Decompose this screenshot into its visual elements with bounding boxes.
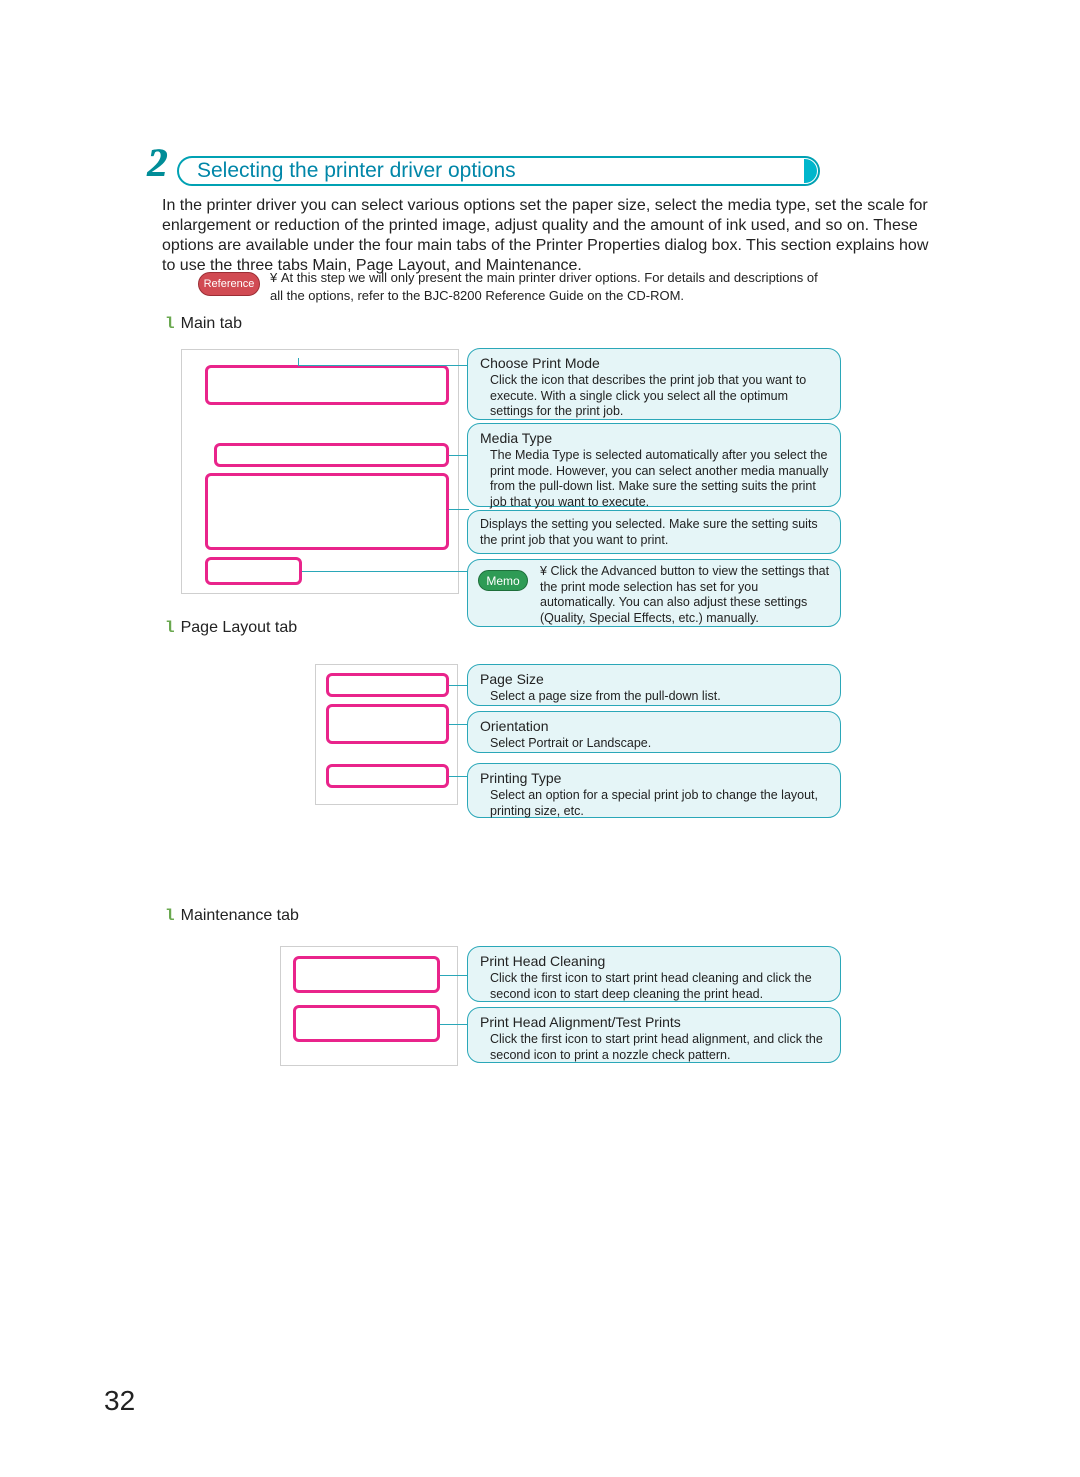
- connector: [302, 571, 469, 572]
- heading-capsule-accent: [804, 159, 817, 183]
- callout-display-setting: Displays the setting you selected. Make …: [467, 510, 841, 554]
- main-tab-label: Main tab: [181, 315, 242, 332]
- bullet-icon: l: [165, 315, 175, 333]
- page-layout-label: Page Layout tab: [181, 619, 298, 636]
- highlight-print-head-alignment: [293, 1005, 440, 1042]
- callout-desc: Click the first icon to start print head…: [490, 1032, 830, 1063]
- callout-desc: Select Portrait or Landscape.: [490, 736, 830, 752]
- connector: [449, 455, 469, 456]
- bullet-glyph: ¥: [540, 564, 550, 578]
- callout-desc: Click the first icon to start print head…: [490, 971, 830, 1002]
- connector: [298, 358, 299, 365]
- callout-title: Orientation: [480, 718, 830, 734]
- connector: [449, 724, 469, 725]
- highlight-choose-print-mode: [205, 365, 449, 405]
- memo-badge: Memo: [478, 570, 528, 591]
- callout-desc: Displays the setting you selected. Make …: [480, 517, 830, 548]
- callout-printing-type: Printing Type Select an option for a spe…: [467, 763, 841, 818]
- bullet-glyph: ¥: [270, 270, 281, 285]
- section-heading: Selecting the printer driver options: [197, 159, 516, 183]
- callout-title: Print Head Cleaning: [480, 953, 830, 969]
- step-number: 2: [147, 139, 167, 186]
- callout-page-size: Page Size Select a page size from the pu…: [467, 664, 841, 706]
- callout-title: Print Head Alignment/Test Prints: [480, 1014, 830, 1030]
- maintenance-label: Maintenance tab: [181, 907, 299, 924]
- callout-title: Choose Print Mode: [480, 355, 830, 371]
- connector: [449, 509, 469, 510]
- reference-body: At this step we will only present the ma…: [270, 270, 818, 303]
- callout-desc: Click the icon that describes the print …: [490, 373, 830, 420]
- connector: [440, 975, 469, 976]
- callout-desc: The Media Type is selected automatically…: [490, 448, 830, 511]
- highlight-media-type: [214, 443, 449, 467]
- connector: [440, 1024, 469, 1025]
- callout-title: Page Size: [480, 671, 830, 687]
- connector: [298, 365, 467, 366]
- highlight-current-setting: [205, 473, 449, 550]
- callout-print-head-cleaning: Print Head Cleaning Click the first icon…: [467, 946, 841, 1002]
- highlight-printing-type: [326, 764, 449, 788]
- page-layout-heading: l Page Layout tab: [165, 619, 297, 637]
- bullet-icon: l: [165, 907, 175, 925]
- page-number: 32: [104, 1385, 135, 1417]
- callout-orientation: Orientation Select Portrait or Landscape…: [467, 711, 841, 753]
- callout-title: Printing Type: [480, 770, 830, 786]
- reference-text: ¥ At this step we will only present the …: [270, 269, 830, 304]
- connector: [449, 685, 469, 686]
- main-tab-heading: l Main tab: [165, 315, 242, 333]
- connector: [449, 776, 469, 777]
- callout-desc: ¥ Click the Advanced button to view the …: [540, 564, 830, 627]
- callout-desc: Select a page size from the pull-down li…: [490, 689, 830, 705]
- intro-paragraph: In the printer driver you can select var…: [162, 196, 932, 276]
- maintenance-heading: l Maintenance tab: [165, 907, 299, 925]
- reference-badge: Reference: [198, 272, 260, 296]
- page-32: 2 Selecting the printer driver options I…: [0, 0, 1080, 1477]
- bullet-icon: l: [165, 619, 175, 637]
- highlight-orientation: [326, 704, 449, 744]
- highlight-advanced-button: [205, 557, 302, 585]
- callout-desc: Select an option for a special print job…: [490, 788, 830, 819]
- callout-title: Media Type: [480, 430, 830, 446]
- callout-advanced-memo: Memo ¥ Click the Advanced button to view…: [467, 559, 841, 627]
- highlight-print-head-cleaning: [293, 956, 440, 993]
- callout-choose-print-mode: Choose Print Mode Click the icon that de…: [467, 348, 841, 420]
- callout-media-type: Media Type The Media Type is selected au…: [467, 423, 841, 507]
- callout-print-head-alignment: Print Head Alignment/Test Prints Click t…: [467, 1007, 841, 1063]
- highlight-page-size: [326, 673, 449, 697]
